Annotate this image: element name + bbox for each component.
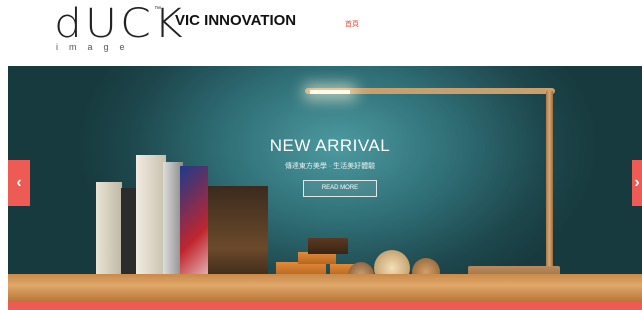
slider-next-button[interactable]: › <box>632 160 642 206</box>
accent-bar <box>8 302 642 310</box>
nav-home-link[interactable]: 首頁 <box>345 19 359 29</box>
chevron-left-icon: ‹ <box>16 174 22 191</box>
chevron-right-icon: › <box>634 174 640 191</box>
slide-title: NEW ARRIVAL <box>269 136 391 155</box>
read-more-button[interactable]: READ MORE <box>303 180 377 197</box>
brand-name: VIC INNOVATION <box>175 12 297 29</box>
duck-image-logo[interactable]: dUCK ™ image <box>40 2 183 62</box>
hero-slider: NEW ARRIVAL 傳達東方美學 · 生活美好體驗 READ MORE <box>8 66 642 302</box>
wooden-shelf <box>8 274 642 302</box>
site-header: dUCK ™ image VIC INNOVATION 首頁 <box>0 0 642 66</box>
slide-subtitle: 傳達東方美學 · 生活美好體驗 <box>284 163 376 170</box>
lamp-pole <box>546 91 553 281</box>
slider-prev-button[interactable]: ‹ <box>8 160 30 206</box>
logo-trademark: ™ <box>154 6 161 13</box>
lamp-light <box>310 90 350 94</box>
logo-subtitle: image <box>56 42 136 52</box>
wooden-block <box>308 238 348 254</box>
logo-wordmark: dUCK <box>54 0 186 48</box>
